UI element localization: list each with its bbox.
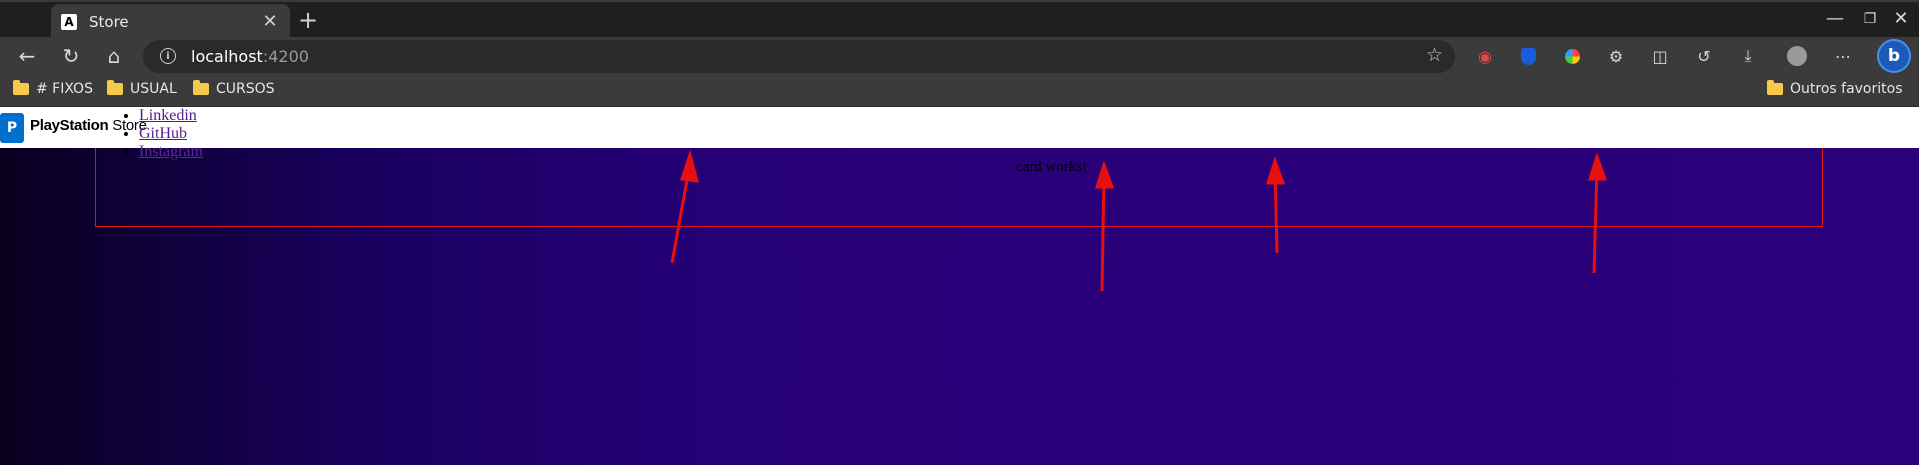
copilot-icon[interactable]: b [1877, 39, 1911, 73]
folder-icon [107, 80, 123, 95]
new-tab-button[interactable]: + [296, 6, 320, 34]
site-info-icon[interactable]: i [160, 48, 176, 64]
bitwarden-icon[interactable] [1517, 45, 1539, 67]
bookmark-label: CURSOS [216, 81, 275, 97]
tab-strip: A Store ✕ + — ❐ ✕ [0, 0, 1919, 39]
reload-button[interactable]: ↻ [57, 43, 85, 69]
more-icon[interactable]: ⋯ [1832, 45, 1854, 67]
bookmark-label: USUAL [130, 81, 177, 97]
folder-icon [193, 80, 209, 95]
puzzle-icon[interactable]: ⚙ [1605, 45, 1627, 67]
reader-icon[interactable]: ◉ [1474, 45, 1496, 67]
folder-icon [13, 80, 29, 95]
minimize-button[interactable]: — [1822, 8, 1848, 29]
address-bar[interactable]: i localhost:4200 ☆ [143, 40, 1455, 73]
tab-title: Store [89, 12, 129, 31]
annotation-arrowhead-1 [680, 149, 700, 183]
bookmark-folder-usual[interactable]: USUAL [107, 80, 177, 97]
url-text[interactable]: localhost:4200 [191, 47, 309, 66]
browser-tab[interactable]: A Store ✕ [51, 4, 290, 39]
bookmarks-bar: # FIXOS USUAL CURSOS Outros favoritos [0, 75, 1919, 107]
annotation-arrowhead-2 [1094, 160, 1115, 189]
favorite-star-icon[interactable]: ☆ [1426, 44, 1443, 66]
annotation-arrows [670, 149, 1608, 292]
color-icon[interactable] [1561, 45, 1583, 67]
annotation-arrow-1 [670, 168, 691, 264]
close-tab-icon[interactable]: ✕ [260, 11, 280, 32]
angular-icon: A [61, 13, 77, 30]
bookmark-folder-fixos[interactable]: # FIXOS [13, 80, 93, 97]
bookmark-folder-cursos[interactable]: CURSOS [193, 80, 275, 97]
browser-toolbar: ← ↻ ⌂ i localhost:4200 ☆ ◉ ⚙ ◫ ↺ ⤓ ⋯ b [0, 37, 1919, 75]
history-icon[interactable]: ↺ [1693, 45, 1715, 67]
download-icon[interactable]: ⤓ [1737, 45, 1759, 67]
annotation-arrowhead-3 [1265, 156, 1286, 185]
folder-icon [1767, 80, 1783, 95]
other-favorites-folder[interactable]: Outros favoritos [1767, 80, 1903, 97]
other-favorites-label: Outros favoritos [1790, 81, 1903, 97]
page-viewport: card works! P PlayStation Store Linkedin… [0, 107, 1919, 465]
bookmark-label: # FIXOS [36, 81, 93, 97]
split-icon[interactable]: ◫ [1649, 45, 1671, 67]
close-window-button[interactable]: ✕ [1888, 8, 1914, 29]
annotation-arrow-2 [1100, 174, 1106, 292]
annotation-arrowhead-4 [1587, 152, 1608, 181]
profile-icon[interactable] [1786, 45, 1808, 67]
home-button[interactable]: ⌂ [100, 43, 128, 69]
restore-button[interactable]: ❐ [1857, 11, 1883, 27]
back-button[interactable]: ← [13, 43, 41, 69]
annotation-arrow-4 [1592, 166, 1599, 274]
